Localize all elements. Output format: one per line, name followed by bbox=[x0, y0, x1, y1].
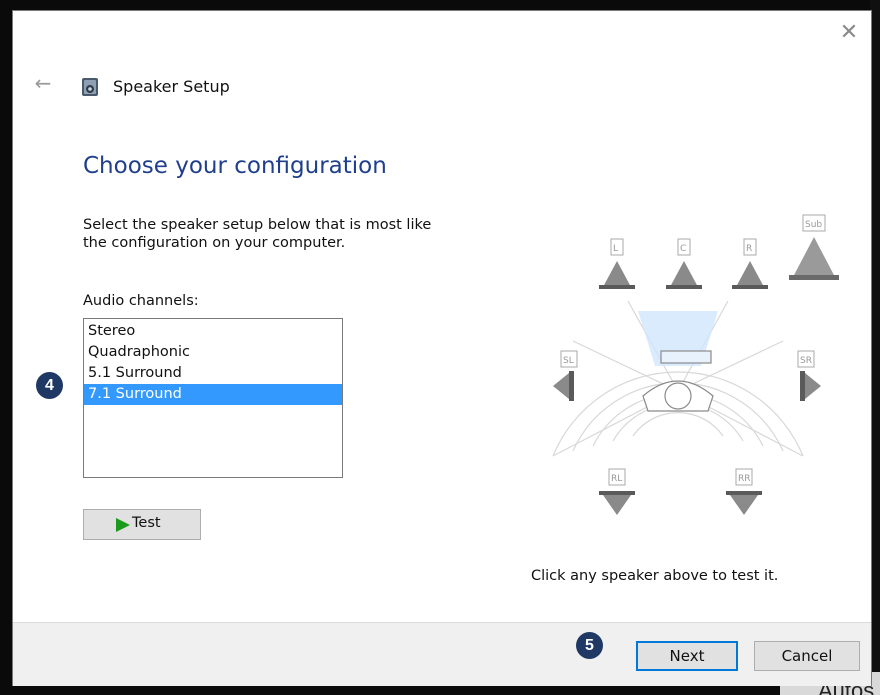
instruction-line: Select the speaker setup below that is m… bbox=[83, 217, 432, 233]
page-heading: Choose your configuration bbox=[83, 153, 387, 179]
instruction-text: Select the speaker setup below that is m… bbox=[83, 216, 503, 252]
speaker-rear-right[interactable]: RR bbox=[726, 468, 762, 515]
dialog-footer: Next Cancel bbox=[13, 622, 871, 686]
test-button[interactable]: Test bbox=[83, 509, 201, 540]
speaker-side-left[interactable]: SL bbox=[553, 350, 578, 401]
speaker-right[interactable]: R bbox=[732, 238, 768, 289]
speaker-left[interactable]: L bbox=[599, 238, 635, 289]
next-button[interactable]: Next bbox=[636, 641, 738, 671]
speaker-layout-diagram: L C R Sub SL SR RL RR bbox=[552, 214, 839, 515]
speaker-side-right[interactable]: SR bbox=[797, 350, 821, 401]
window-title: Speaker Setup bbox=[113, 77, 230, 96]
list-item-quadraphonic[interactable]: Quadraphonic bbox=[84, 342, 342, 363]
speaker-label: SL bbox=[563, 356, 574, 366]
step-badge: 5 bbox=[576, 632, 603, 659]
close-icon[interactable]: ✕ bbox=[839, 22, 859, 44]
step-badge: 4 bbox=[36, 372, 63, 399]
speaker-subwoofer[interactable]: Sub bbox=[789, 214, 839, 280]
speaker-label: RL bbox=[611, 474, 622, 484]
list-item-5-1-surround[interactable]: 5.1 Surround bbox=[84, 363, 342, 384]
speaker-label: SR bbox=[800, 356, 812, 366]
list-item-stereo[interactable]: Stereo bbox=[84, 321, 342, 342]
speaker-setup-icon bbox=[82, 78, 98, 96]
cancel-button[interactable]: Cancel bbox=[754, 641, 860, 671]
test-hint-text: Click any speaker above to test it. bbox=[531, 568, 779, 584]
audio-channels-list[interactable]: Stereo Quadraphonic 5.1 Surround 7.1 Sur… bbox=[83, 318, 343, 478]
speaker-label: Sub bbox=[805, 220, 822, 230]
speaker-label: R bbox=[746, 244, 752, 254]
speaker-center[interactable]: C bbox=[666, 238, 702, 289]
speaker-label: C bbox=[680, 244, 686, 254]
test-button-label: Test bbox=[132, 515, 161, 531]
speaker-setup-dialog: ✕ ← Speaker Setup Choose your configurat… bbox=[12, 10, 872, 686]
speaker-label: L bbox=[613, 244, 618, 254]
speaker-label: RR bbox=[738, 474, 751, 484]
play-icon bbox=[116, 518, 130, 532]
list-item-7-1-surround[interactable]: 7.1 Surround bbox=[84, 384, 342, 405]
audio-channels-label: Audio channels: bbox=[83, 293, 199, 309]
instruction-line: the configuration on your computer. bbox=[83, 235, 346, 251]
back-arrow-icon[interactable]: ← bbox=[31, 71, 55, 95]
speaker-rear-left[interactable]: RL bbox=[599, 468, 635, 515]
